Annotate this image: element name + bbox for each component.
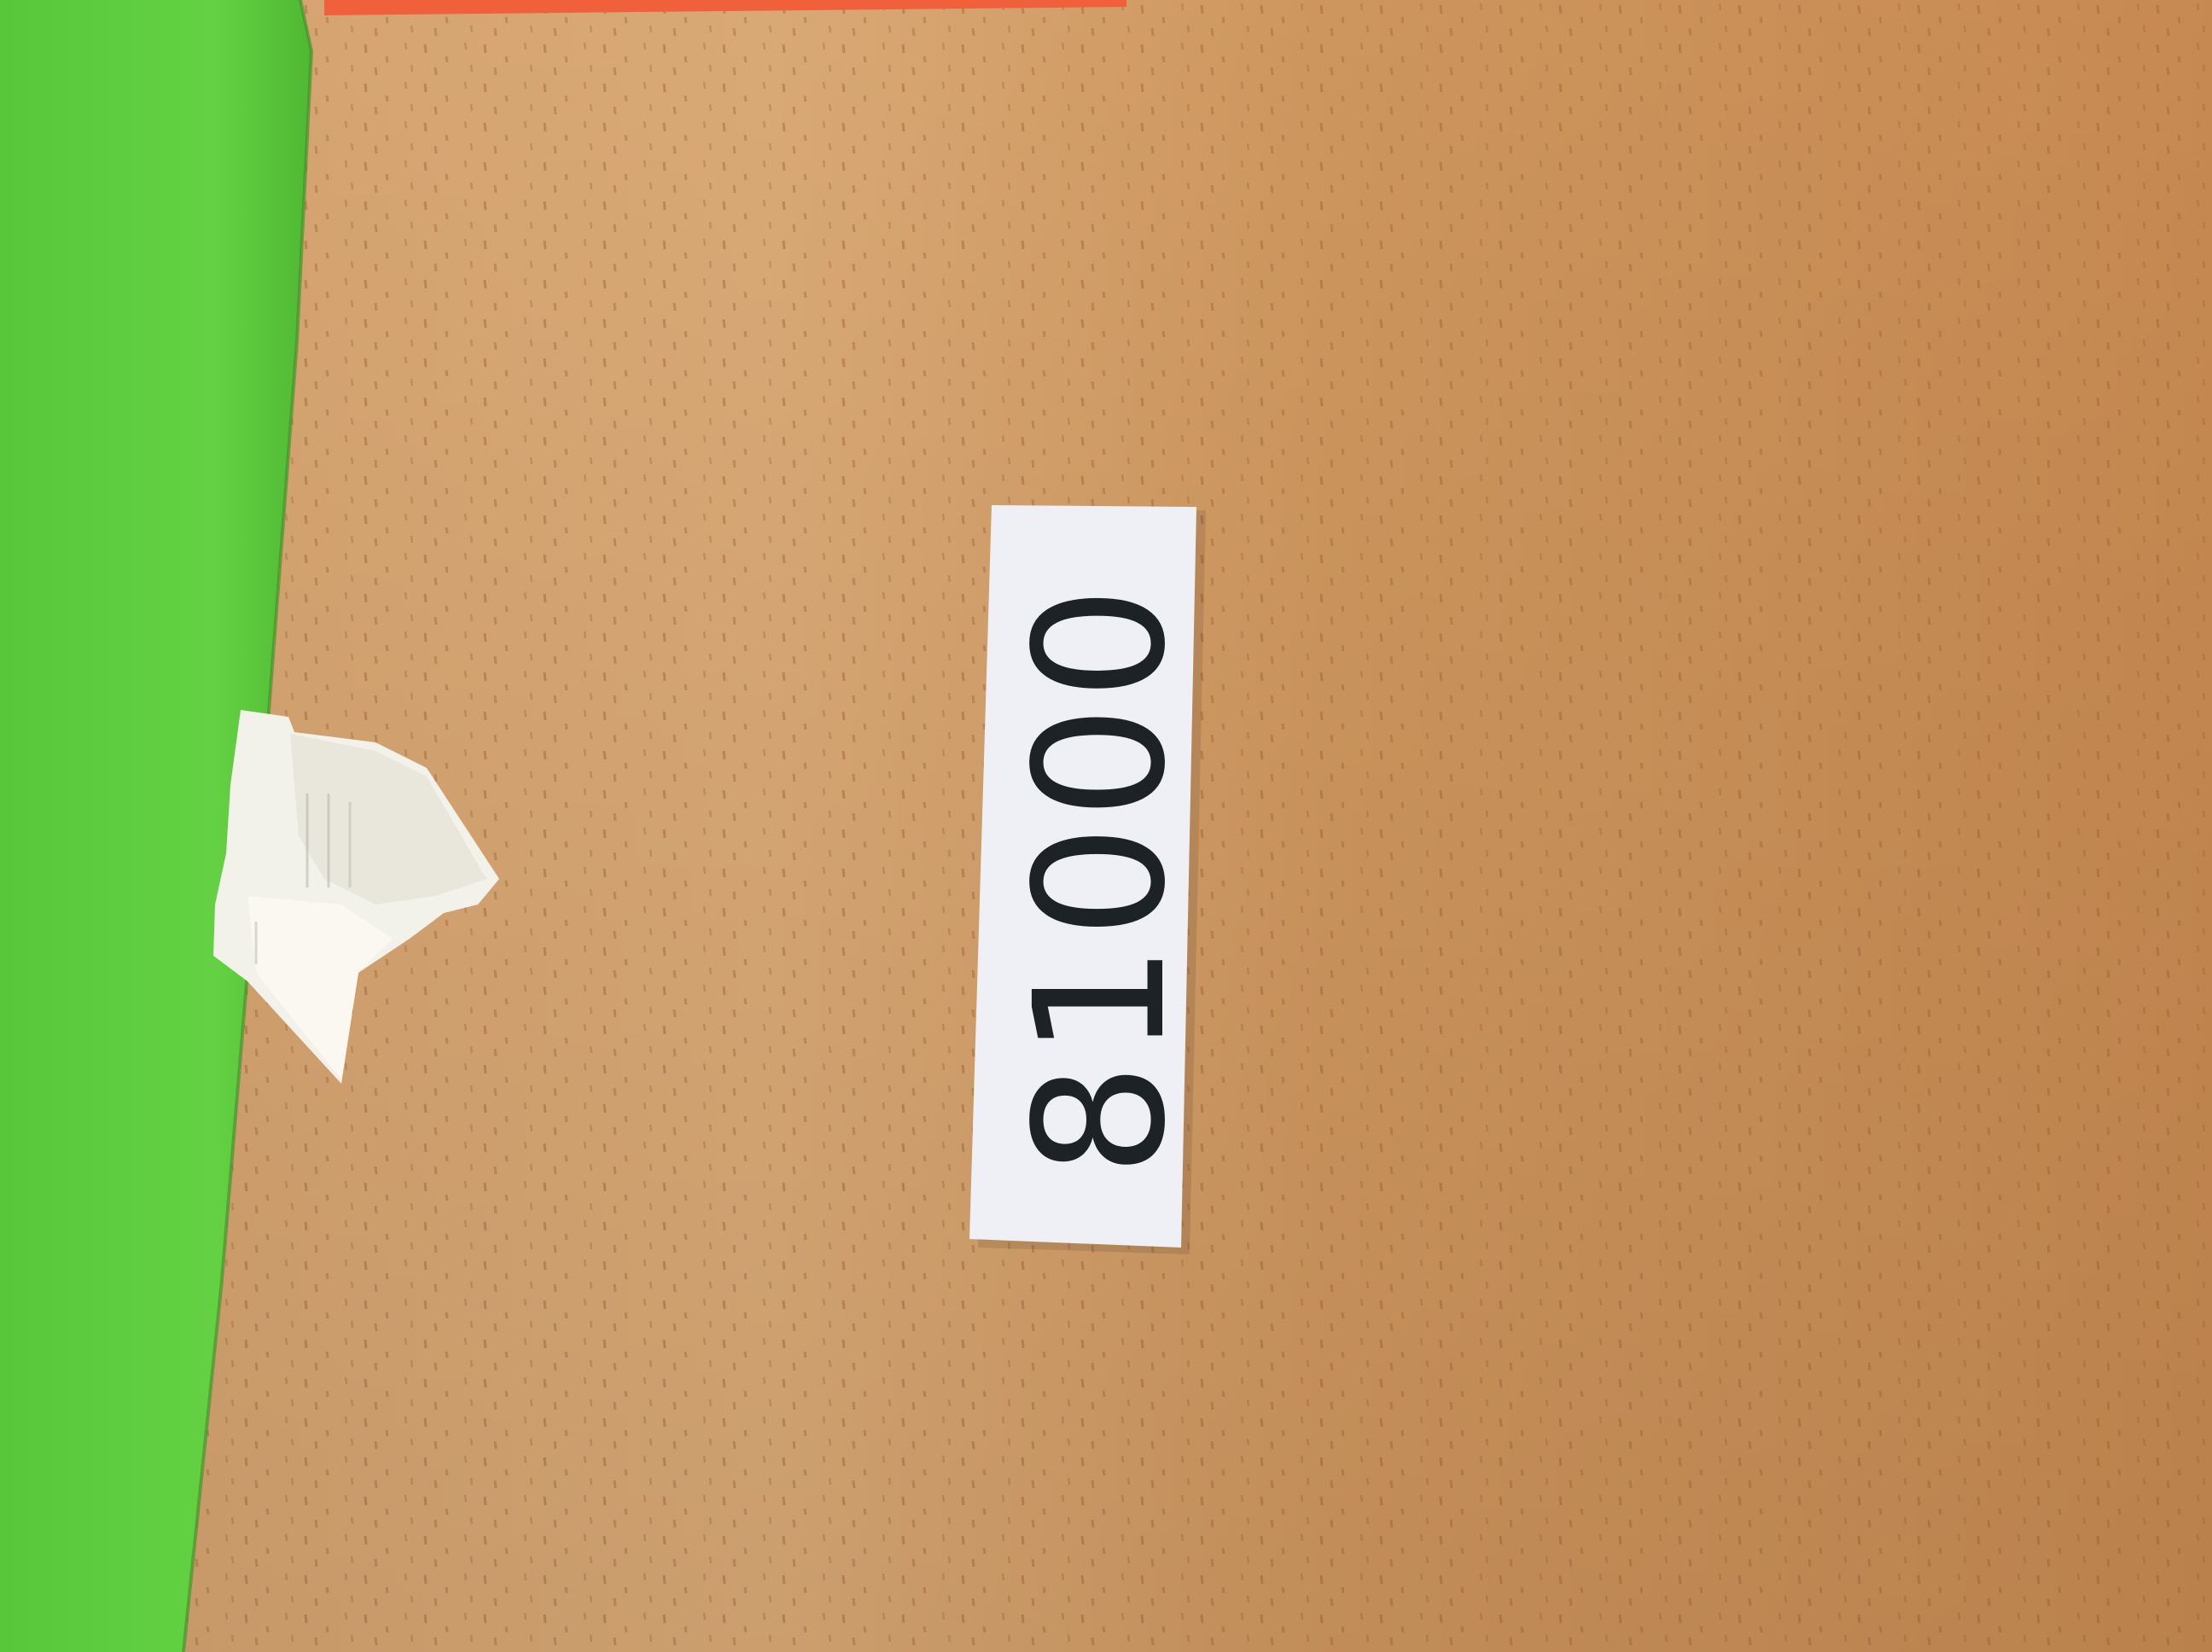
number-label-text: 81000 xyxy=(996,580,1205,1178)
photo-scene: 81000 xyxy=(0,0,2212,1652)
